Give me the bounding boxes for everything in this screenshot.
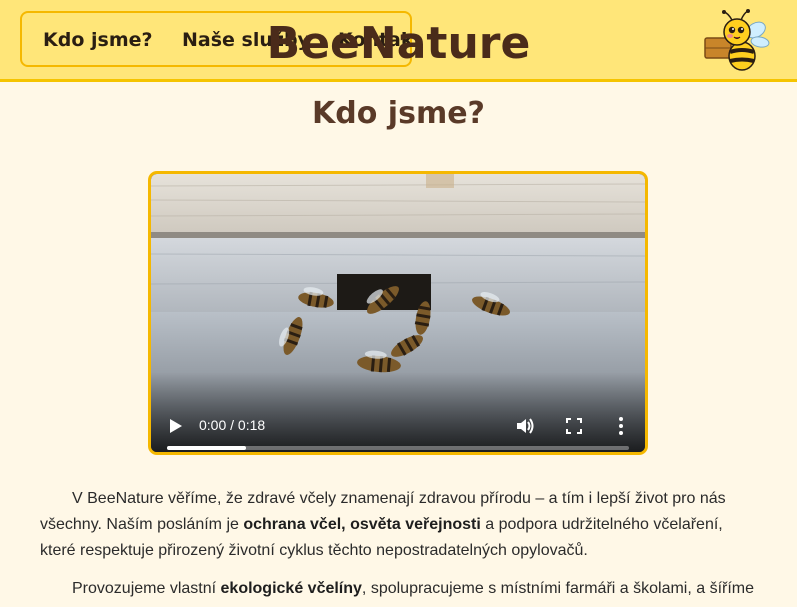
main-nav: Kdo jsme? Naše služby Kontakt [20,11,412,67]
fullscreen-icon[interactable] [565,417,583,435]
nav-link-nase-sluzby[interactable]: Naše služby [182,29,310,51]
more-options-icon[interactable] [617,416,625,436]
video-time: 0:00 / 0:18 [199,417,266,433]
play-icon[interactable] [169,418,183,434]
site-header: Kdo jsme? Naše služby Kontakt BeeNature [0,0,797,82]
bee-mascot-icon [704,9,770,71]
nav-link-kdo-jsme[interactable]: Kdo jsme? [43,29,153,51]
video-player[interactable]: 0:00 / 0:18 [148,171,648,455]
video-progress-fill [167,446,246,450]
nav-link-kontakt[interactable]: Kontakt [338,29,410,51]
second-text-1: Provozujeme vlastní [72,580,221,597]
intro-bold-1: ochrana včel, osvěta veřejnosti [243,516,481,533]
second-bold-1: ekologické včelíny [220,580,362,597]
video-controls: 0:00 / 0:18 [151,372,645,452]
intro-paragraph: V BeeNature věříme, že zdravé včely znam… [40,486,762,564]
second-paragraph: Provozujeme vlastní ekologické včelíny, … [40,576,762,602]
page-title: Kdo jsme? [312,96,485,131]
second-text-2: , spolupracujeme s místními farmáři a šk… [361,580,755,597]
volume-icon[interactable] [515,416,535,436]
video-progress-bar[interactable] [167,446,629,450]
